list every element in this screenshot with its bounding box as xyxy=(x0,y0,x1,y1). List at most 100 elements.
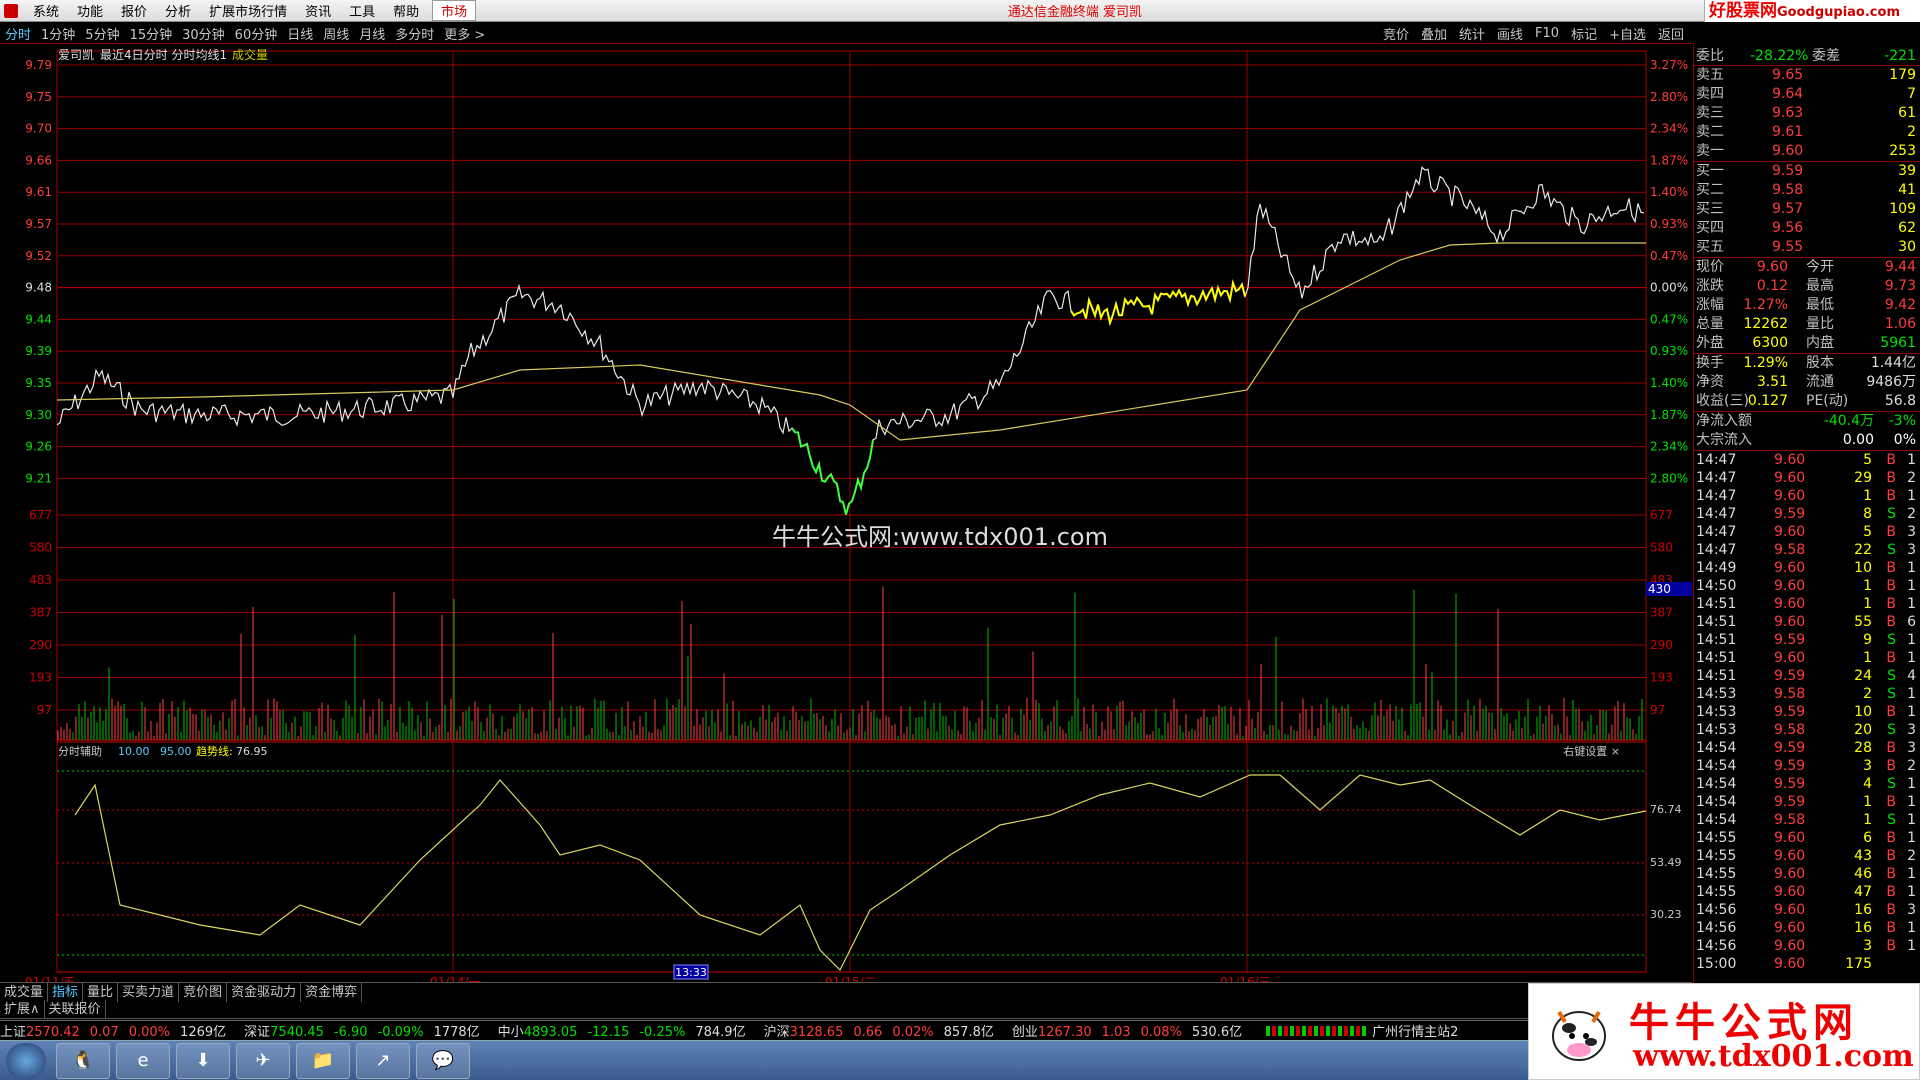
flow-row: 大宗流入 0.00 0% xyxy=(1694,431,1920,450)
period-tab-5[interactable]: 60分钟 xyxy=(230,24,283,43)
index-item[interactable]: 中小4893.05 -12.15 -0.25% 784.9亿 xyxy=(498,1021,756,1040)
wechat-icon[interactable]: 💬 xyxy=(416,1042,470,1079)
volume-tick-label-right: 97 xyxy=(1650,703,1665,717)
qq-icon[interactable]: 🐧 xyxy=(56,1042,110,1079)
tick-list[interactable]: 14:47 9.60 5 B 1 14:47 9.60 29 B 2 14:47 9.60 1 B 1 14:… xyxy=(1694,451,1920,973)
index-pct: 0.00% xyxy=(128,1025,171,1040)
flow-pct: -3% xyxy=(1888,413,1916,429)
chart-subtitle: 最近4日分时 分时均线1 xyxy=(100,48,227,62)
sells-row: 卖一 9.60 253 xyxy=(1694,142,1920,161)
tick-col-3: B xyxy=(1886,488,1896,504)
tick-row: 14:51 9.60 1 B 1 xyxy=(1694,595,1920,613)
menu-item-6[interactable]: 工具 xyxy=(340,1,384,20)
extension-tab-0[interactable]: 扩展∧ xyxy=(0,1000,45,1019)
tool-button-4[interactable]: F10 xyxy=(1529,26,1565,41)
stats-value-a: 1.27% xyxy=(1743,297,1788,313)
indicator-tab-0[interactable]: 成交量 xyxy=(0,982,49,1002)
menu-item-4[interactable]: 扩展市场行情 xyxy=(200,1,296,20)
tick-col-4: 1 xyxy=(1907,938,1916,954)
index-item[interactable]: 深证7540.45 -6.90 -0.09% 1778亿 xyxy=(244,1021,490,1040)
menu-item-2[interactable]: 报价 xyxy=(112,1,156,20)
tick-col-0: 15:00 xyxy=(1696,956,1737,972)
period-tab-9[interactable]: 多分时 xyxy=(390,24,439,43)
download-icon[interactable]: ⬇ xyxy=(176,1042,230,1079)
period-tab-6[interactable]: 日线 xyxy=(282,24,318,43)
period-tab-2[interactable]: 5分钟 xyxy=(80,24,124,43)
period-tab-8[interactable]: 月线 xyxy=(354,24,390,43)
tool-button-6[interactable]: +自选 xyxy=(1603,24,1652,43)
indicator-tick-label: 53.49 xyxy=(1650,856,1682,869)
stats2-label-a: 换手 xyxy=(1696,355,1724,371)
bird-icon[interactable]: ✈ xyxy=(236,1042,290,1079)
buys-name: 买三 xyxy=(1696,201,1724,217)
tick-row: 14:50 9.60 1 B 1 xyxy=(1694,577,1920,595)
tdx-app-icon[interactable]: ↗ xyxy=(356,1042,410,1079)
sells-name: 卖一 xyxy=(1696,143,1724,159)
menu-item-3[interactable]: 分析 xyxy=(156,1,200,20)
tick-row: 14:55 9.60 46 B 1 xyxy=(1694,865,1920,883)
period-tab-10[interactable]: 更多 > xyxy=(439,24,490,43)
tick-col-1: 9.60 xyxy=(1774,902,1806,918)
tool-button-2[interactable]: 统计 xyxy=(1453,24,1491,43)
tick-col-1: 9.58 xyxy=(1774,686,1806,702)
site-logo-sub: Goodgupiao.com xyxy=(1777,5,1900,20)
index-item[interactable]: 沪深3128.65 0.66 0.02% 857.8亿 xyxy=(764,1021,1004,1040)
indicator-tab-1[interactable]: 指标 xyxy=(48,982,84,1002)
sell-orders: 卖五 9.65 179 卖四 9.64 7 卖三 9.63 61 卖二 9.61 2 卖一 9.60 253 xyxy=(1694,66,1920,162)
menu-item-7[interactable]: 帮助 xyxy=(384,1,428,20)
tool-button-0[interactable]: 竞价 xyxy=(1377,24,1415,43)
volume-tick-label-right: 290 xyxy=(1650,638,1673,652)
period-tab-3[interactable]: 15分钟 xyxy=(125,24,178,43)
tool-button-5[interactable]: 标记 xyxy=(1565,24,1603,43)
tick-row: 14:55 9.60 43 B 2 xyxy=(1694,847,1920,865)
stats-label-a: 外盘 xyxy=(1696,335,1724,351)
extension-tab-1[interactable]: 关联报价 xyxy=(45,1000,106,1019)
period-tab-1[interactable]: 1分钟 xyxy=(36,24,80,43)
stats-label-b: 最低 xyxy=(1806,297,1834,313)
tick-col-1: 9.60 xyxy=(1774,452,1806,468)
tick-col-2: 4 xyxy=(1863,776,1872,792)
tool-button-3[interactable]: 画线 xyxy=(1491,24,1529,43)
tick-col-1: 9.60 xyxy=(1774,488,1806,504)
tick-col-3: B xyxy=(1886,524,1896,540)
start-button[interactable] xyxy=(6,1042,46,1079)
indicator-tab-6[interactable]: 资金博弈 xyxy=(301,982,363,1002)
stats-label-a: 现价 xyxy=(1696,259,1724,275)
index-item[interactable]: 创业1267.30 1.03 0.08% 530.6亿 xyxy=(1012,1021,1252,1040)
sells-name: 卖三 xyxy=(1696,105,1724,121)
tick-col-1: 9.60 xyxy=(1774,560,1806,576)
tick-col-3: B xyxy=(1886,794,1896,810)
tick-col-3: B xyxy=(1886,740,1896,756)
menu-item-1[interactable]: 功能 xyxy=(68,1,112,20)
tool-button-7[interactable]: 返回 xyxy=(1652,24,1690,43)
indicator-tab-3[interactable]: 买卖力道 xyxy=(118,982,180,1002)
tick-col-2: 9 xyxy=(1863,632,1872,648)
stats-block: 现价 9.60 今开 9.44 涨跌 0.12 最高 9.73 涨幅 1.27% 最低 9.42 总量 1… xyxy=(1694,258,1920,354)
menu-item-0[interactable]: 系统 xyxy=(24,1,68,20)
flow-row: 净流入额 -40.4万 -3% xyxy=(1694,412,1920,431)
tick-col-2: 28 xyxy=(1854,740,1872,756)
buys-price: 9.59 xyxy=(1772,163,1804,179)
index-val: 7540.45 xyxy=(270,1025,324,1040)
indicator-tab-5[interactable]: 资金驱动力 xyxy=(227,982,302,1002)
index-amt: 857.8亿 xyxy=(943,1025,994,1040)
indicator-tab-4[interactable]: 竞价图 xyxy=(179,982,228,1002)
folder-icon[interactable]: 📁 xyxy=(296,1042,350,1079)
tick-col-3: S xyxy=(1887,542,1896,558)
indicator-tab-2[interactable]: 量比 xyxy=(83,982,119,1002)
intraday-chart[interactable]: 9.79 3.27% 9.75 2.80% 9.70 2.34% 9.66 1.87% 9.61… xyxy=(0,45,1692,1025)
index-item[interactable]: 上证2570.42 0.07 0.00% 1269亿 xyxy=(0,1021,236,1040)
period-tab-0[interactable]: 分时 xyxy=(0,24,36,43)
period-tab-7[interactable]: 周线 xyxy=(318,24,354,43)
tick-col-1: 9.60 xyxy=(1774,956,1806,972)
tick-col-1: 9.60 xyxy=(1774,938,1806,954)
stats-value-a: 12262 xyxy=(1743,316,1788,332)
browser-icon[interactable]: e xyxy=(116,1042,170,1079)
tool-button-1[interactable]: 叠加 xyxy=(1415,24,1453,43)
tick-col-3: B xyxy=(1886,596,1896,612)
index-name: 沪深 xyxy=(763,1025,790,1040)
menu-market[interactable]: 市场 xyxy=(432,0,477,21)
menu-item-5[interactable]: 资讯 xyxy=(296,1,340,20)
period-tab-4[interactable]: 30分钟 xyxy=(177,24,230,43)
stats2-row: 收益(三) 0.127 PE(动) 56.8 xyxy=(1694,392,1920,411)
